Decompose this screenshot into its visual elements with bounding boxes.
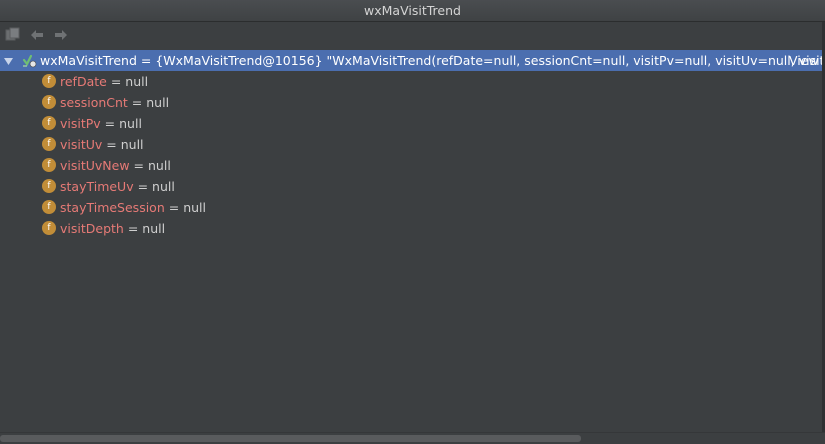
field-name: visitPv [60, 116, 101, 131]
field-value: null [183, 200, 206, 215]
field-name: refDate [60, 74, 107, 89]
field-value: null [120, 137, 144, 152]
window-title: wxMaVisitTrend [364, 3, 461, 18]
field-icon: f [42, 221, 56, 235]
field-name: visitUv [60, 137, 103, 152]
field-label: stayTimeSession = null [60, 197, 206, 218]
scrollbar-thumb[interactable] [0, 435, 581, 442]
field-equals: = [102, 137, 121, 152]
field-equals: = [106, 74, 126, 89]
field-equals: = [129, 158, 148, 173]
root-equals: = [136, 53, 156, 68]
chevron-down-icon [3, 50, 13, 71]
field-icon: f [42, 74, 56, 88]
field-icon: f [42, 95, 56, 109]
tree-field-row[interactable]: f visitUvNew = null [0, 155, 825, 176]
field-icon: f [42, 200, 56, 214]
arrow-right-icon [54, 26, 68, 45]
tree-field-row[interactable]: f visitDepth = null [0, 218, 825, 239]
field-icon: f [42, 137, 56, 151]
field-value: null [148, 158, 171, 173]
field-icon: f [42, 158, 56, 172]
field-label: sessionCnt = null [60, 92, 169, 113]
field-value: null [142, 221, 166, 236]
field-name: stayTimeSession [60, 200, 165, 215]
field-label: visitPv = null [60, 113, 142, 134]
field-value: null [152, 179, 175, 194]
field-label: visitUv = null [60, 134, 144, 155]
field-value: null [125, 74, 149, 89]
field-label: stayTimeUv = null [60, 176, 175, 197]
field-value: null [119, 116, 142, 131]
field-icon: f [42, 116, 56, 130]
copy-button[interactable] [4, 27, 22, 43]
field-equals: = [127, 95, 147, 110]
tree-field-row[interactable]: f stayTimeUv = null [0, 176, 825, 197]
arrow-left-icon [30, 26, 44, 45]
collapse-toggle[interactable] [3, 50, 13, 71]
back-button[interactable] [28, 27, 46, 43]
view-link[interactable]: View [789, 50, 819, 71]
field-equals: = [123, 221, 143, 236]
variables-tree[interactable]: wxMaVisitTrend = {WxMaVisitTrend@10156} … [0, 49, 825, 432]
field-value: null [146, 95, 170, 110]
tree-field-row[interactable]: f sessionCnt = null [0, 92, 825, 113]
tree-field-row[interactable]: f stayTimeSession = null [0, 197, 825, 218]
field-equals: = [100, 116, 120, 131]
field-name: visitUvNew [60, 158, 130, 173]
toolbar [0, 22, 825, 48]
field-label: refDate = null [60, 71, 148, 92]
object-watch-icon [21, 53, 38, 68]
tree-root-row[interactable]: wxMaVisitTrend = {WxMaVisitTrend@10156} … [0, 50, 825, 71]
field-equals: = [133, 179, 153, 194]
root-variable-text: wxMaVisitTrend = {WxMaVisitTrend@10156} … [40, 50, 825, 71]
field-name: visitDepth [60, 221, 124, 236]
tree-field-row[interactable]: f visitUv = null [0, 134, 825, 155]
root-variable-name: wxMaVisitTrend [40, 53, 137, 68]
field-label: visitUvNew = null [60, 155, 171, 176]
window-titlebar[interactable]: wxMaVisitTrend [0, 0, 825, 22]
horizontal-scrollbar[interactable] [0, 432, 825, 444]
tree-field-row[interactable]: f refDate = null [0, 71, 825, 92]
field-name: sessionCnt [60, 95, 128, 110]
variable-inspector-window: wxMaVisitTrend wxMaVisitTrend = {WxMaVis… [0, 0, 825, 444]
root-value-preview: "WxMaVisitTrend(refDate=null, sessionCnt… [322, 53, 825, 68]
copy-icon [5, 26, 21, 45]
root-type-ref: {WxMaVisitTrend@10156} [155, 53, 323, 68]
tree-field-row[interactable]: f visitPv = null [0, 113, 825, 134]
field-equals: = [164, 200, 184, 215]
field-name: stayTimeUv [60, 179, 134, 194]
field-icon: f [42, 179, 56, 193]
field-label: visitDepth = null [60, 218, 165, 239]
forward-button[interactable] [52, 27, 70, 43]
